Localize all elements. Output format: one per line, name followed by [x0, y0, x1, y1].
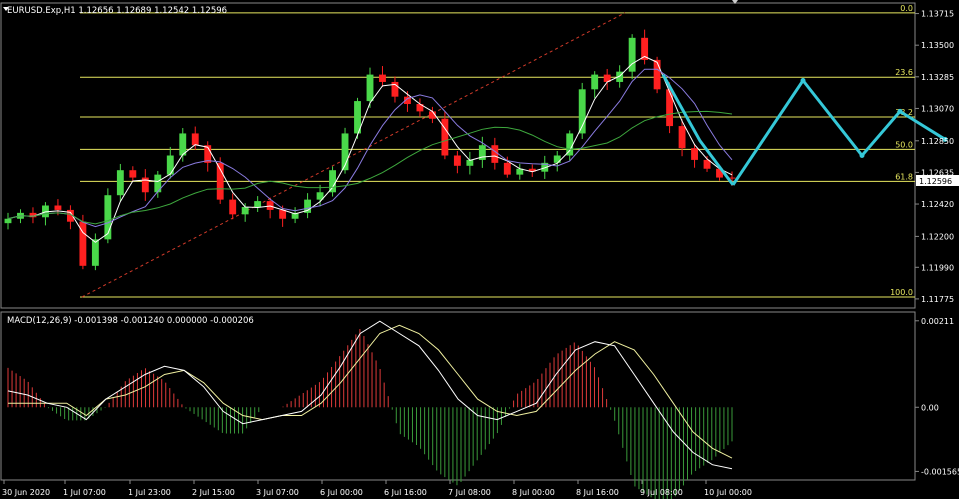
candle-body — [566, 133, 574, 156]
candle-body — [254, 201, 262, 207]
candle-body — [553, 155, 561, 163]
candle-body — [191, 133, 199, 146]
time-tick-label: 8 Jul 00:00 — [512, 488, 555, 497]
projection-vertex — [897, 108, 903, 114]
candle-body — [54, 205, 62, 210]
fib-level-label-61.8: 61.8 — [895, 172, 913, 181]
fib-level-label-0.0: 0.0 — [900, 4, 913, 13]
time-tick-label: 9 Jul 08:00 — [640, 488, 683, 497]
candle-body — [166, 155, 174, 175]
candle-body — [691, 148, 698, 160]
price-tick-label: 1.13285 — [921, 73, 954, 82]
price-tick-label: 1.13070 — [921, 104, 954, 113]
candle-body — [279, 209, 287, 219]
macd-header: MACD(12,26,9) -0.001398 -0.001240 0.0000… — [7, 316, 254, 326]
current-price-label: 1.12596 — [919, 177, 952, 186]
price-tick-label: 1.13500 — [921, 41, 954, 50]
time-tick-label: 1 Jul 23:00 — [128, 488, 171, 497]
candle-body — [591, 74, 599, 90]
candle-body — [116, 170, 124, 196]
macd-tick-label: 0.00 — [921, 403, 939, 412]
macd-tick-label: -0.001565 — [921, 467, 959, 476]
candle-body — [4, 218, 12, 224]
candle-body — [366, 74, 374, 102]
time-tick-label: 10 Jul 00:00 — [704, 488, 752, 497]
price-tick-label: 1.12420 — [921, 200, 954, 209]
fib-level-label-50.0: 50.0 — [895, 140, 913, 149]
macd-tick-label: 0.00211 — [921, 317, 954, 326]
time-tick-label: 7 Jul 08:00 — [448, 488, 491, 497]
candle-body — [441, 118, 449, 156]
symbol-header: EURUSD.Exp,H1 1.12656 1.12689 1.12542 1.… — [7, 6, 227, 16]
time-tick-label: 30 Jun 2020 — [2, 488, 50, 497]
time-tick-label: 6 Jul 16:00 — [384, 488, 427, 497]
trading-chart[interactable]: 0.023.638.250.061.8100.0 1.137151.135001… — [0, 0, 959, 499]
candle-body — [503, 162, 511, 175]
candle-body — [678, 126, 686, 149]
candle-body — [379, 74, 386, 82]
time-tick-label: 1 Jul 07:00 — [63, 488, 106, 497]
price-tick-label: 1.11990 — [921, 263, 954, 272]
candle-body — [491, 145, 499, 163]
time-tick-label: 2 Jul 15:00 — [192, 488, 235, 497]
time-tick-label: 3 Jul 07:00 — [256, 488, 299, 497]
time-tick-label: 6 Jul 00:00 — [320, 488, 363, 497]
time-tick-label: 8 Jul 16:00 — [576, 488, 619, 497]
fib-level-label-23.6: 23.6 — [895, 68, 913, 77]
candle-body — [329, 170, 336, 193]
candle-body — [453, 155, 461, 166]
price-tick-label: 1.11775 — [921, 295, 954, 304]
candle-body — [154, 174, 162, 193]
price-tick-label: 1.13715 — [921, 10, 954, 19]
candle-body — [129, 170, 137, 178]
candle-body — [241, 206, 249, 215]
price-tick-label: 1.12850 — [921, 137, 954, 146]
price-tick-label: 1.12200 — [921, 232, 954, 241]
candle-body — [91, 239, 99, 266]
projection-vertex — [800, 77, 806, 83]
fib-level-label-100.0: 100.0 — [890, 288, 913, 297]
projection-vertex — [859, 153, 865, 158]
chart-background — [0, 0, 959, 499]
candle-body — [653, 59, 661, 90]
candle-body — [666, 89, 674, 127]
candle-body — [229, 199, 237, 215]
